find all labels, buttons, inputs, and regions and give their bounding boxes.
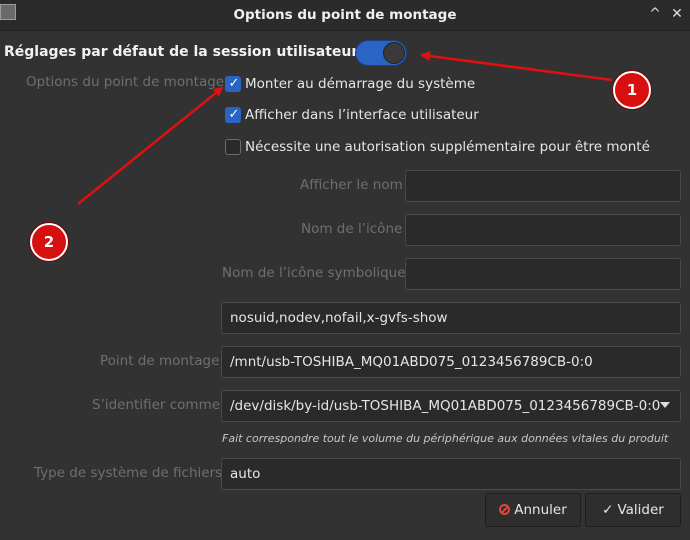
identify-as-hint: Fait correspondre tout le volume du péri…	[222, 432, 669, 445]
symbolic-icon-label: Nom de l’icône symbolique	[222, 265, 406, 281]
ok-button-label: Valider	[617, 502, 664, 518]
checkbox-require-authorization[interactable]: Nécessite une autorisation supplémentair…	[225, 138, 665, 158]
checkbox-show-in-ui[interactable]: ✓ Afficher dans l’interface utilisateur	[225, 106, 625, 126]
arrow-2	[77, 86, 224, 205]
title-bar: Options du point de montage ^ ✕	[0, 0, 690, 31]
fs-type-label: Type de système de fichiers	[34, 465, 223, 481]
identify-as-label: S’identifier comme	[92, 397, 221, 413]
mount-point-input[interactable]: /mnt/usb-TOSHIBA_MQ01ABD075_0123456789CB…	[221, 346, 681, 378]
checkbox-box[interactable]: ✓	[225, 76, 241, 92]
check-icon: ✓	[602, 502, 614, 518]
mount-point-label: Point de montage	[100, 353, 220, 369]
cancel-button[interactable]: Annuler	[485, 493, 581, 527]
user-session-defaults-label: Réglages par défaut de la session utilis…	[4, 44, 359, 60]
checkbox-mount-at-startup[interactable]: ✓ Monter au démarrage du système	[225, 75, 625, 95]
user-session-defaults-toggle[interactable]	[355, 40, 407, 66]
fs-type-input[interactable]: auto	[221, 458, 681, 490]
dropdown-arrow-icon	[660, 402, 670, 408]
identify-as-dropdown[interactable]: /dev/disk/by-id/usb-TOSHIBA_MQ01ABD075_0…	[221, 390, 681, 422]
mount-options-input[interactable]: nosuid,nodev,nofail,x-gvfs-show	[221, 302, 681, 334]
checkbox-box[interactable]	[225, 139, 241, 155]
display-name-label: Afficher le nom	[300, 177, 403, 193]
checkbox-label: Afficher dans l’interface utilisateur	[245, 107, 479, 123]
cancel-button-label: Annuler	[514, 502, 567, 518]
window-title: Options du point de montage	[233, 7, 457, 23]
check-icon: ✓	[228, 107, 240, 122]
symbolic-icon-input[interactable]	[405, 258, 681, 290]
ok-button[interactable]: ✓ Valider	[585, 493, 681, 527]
annotation-badge-1: 1	[613, 71, 651, 109]
collapse-button[interactable]: ^	[646, 5, 664, 23]
checkbox-box[interactable]: ✓	[225, 107, 241, 123]
identify-as-value: /dev/disk/by-id/usb-TOSHIBA_MQ01ABD075_0…	[230, 398, 661, 414]
icon-name-input[interactable]	[405, 214, 681, 246]
cancel-icon	[499, 504, 511, 515]
close-button[interactable]: ✕	[668, 5, 686, 23]
icon-name-label: Nom de l’icône	[301, 221, 403, 237]
toggle-knob	[383, 42, 405, 64]
annotation-badge-2: 2	[30, 223, 68, 261]
checkbox-label: Nécessite une autorisation supplémentair…	[245, 139, 650, 155]
display-name-input[interactable]	[405, 170, 681, 202]
checkbox-label: Monter au démarrage du système	[245, 76, 476, 92]
check-icon: ✓	[228, 76, 240, 91]
mount-options-section-label: Options du point de montage	[26, 74, 225, 90]
